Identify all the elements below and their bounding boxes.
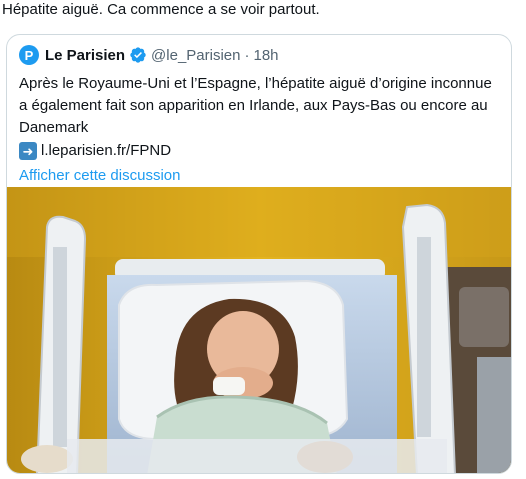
display-name[interactable]: Le Parisien — [45, 47, 125, 64]
quoted-tweet-photo[interactable] — [7, 187, 511, 473]
quoted-tweet-header: P Le Parisien @le_Parisien · 18h — [19, 44, 499, 66]
show-thread-link[interactable]: Afficher cette discussion — [19, 165, 499, 187]
timestamp[interactable]: 18h — [253, 47, 278, 64]
avatar[interactable]: P — [19, 45, 39, 65]
link-line: ➜ l.leparisien.fr/FPND — [19, 140, 499, 162]
right-arrow-icon: ➜ — [19, 142, 37, 160]
link-url[interactable]: l.leparisien.fr/FPND — [41, 140, 171, 162]
tweet-text: Hépatite aiguë. Ca commence a se voir pa… — [2, 1, 320, 18]
hospital-photo-illustration — [7, 187, 511, 473]
avatar-letter: P — [24, 47, 34, 63]
handle[interactable]: @le_Parisien — [151, 47, 240, 64]
separator: · — [244, 46, 250, 64]
quoted-tweet-body: Après le Royaume-Uni et l’Espagne, l’hép… — [19, 75, 492, 136]
verified-badge-icon — [130, 47, 146, 63]
quoted-tweet-card[interactable]: P Le Parisien @le_Parisien · 18h Après l… — [6, 34, 512, 474]
